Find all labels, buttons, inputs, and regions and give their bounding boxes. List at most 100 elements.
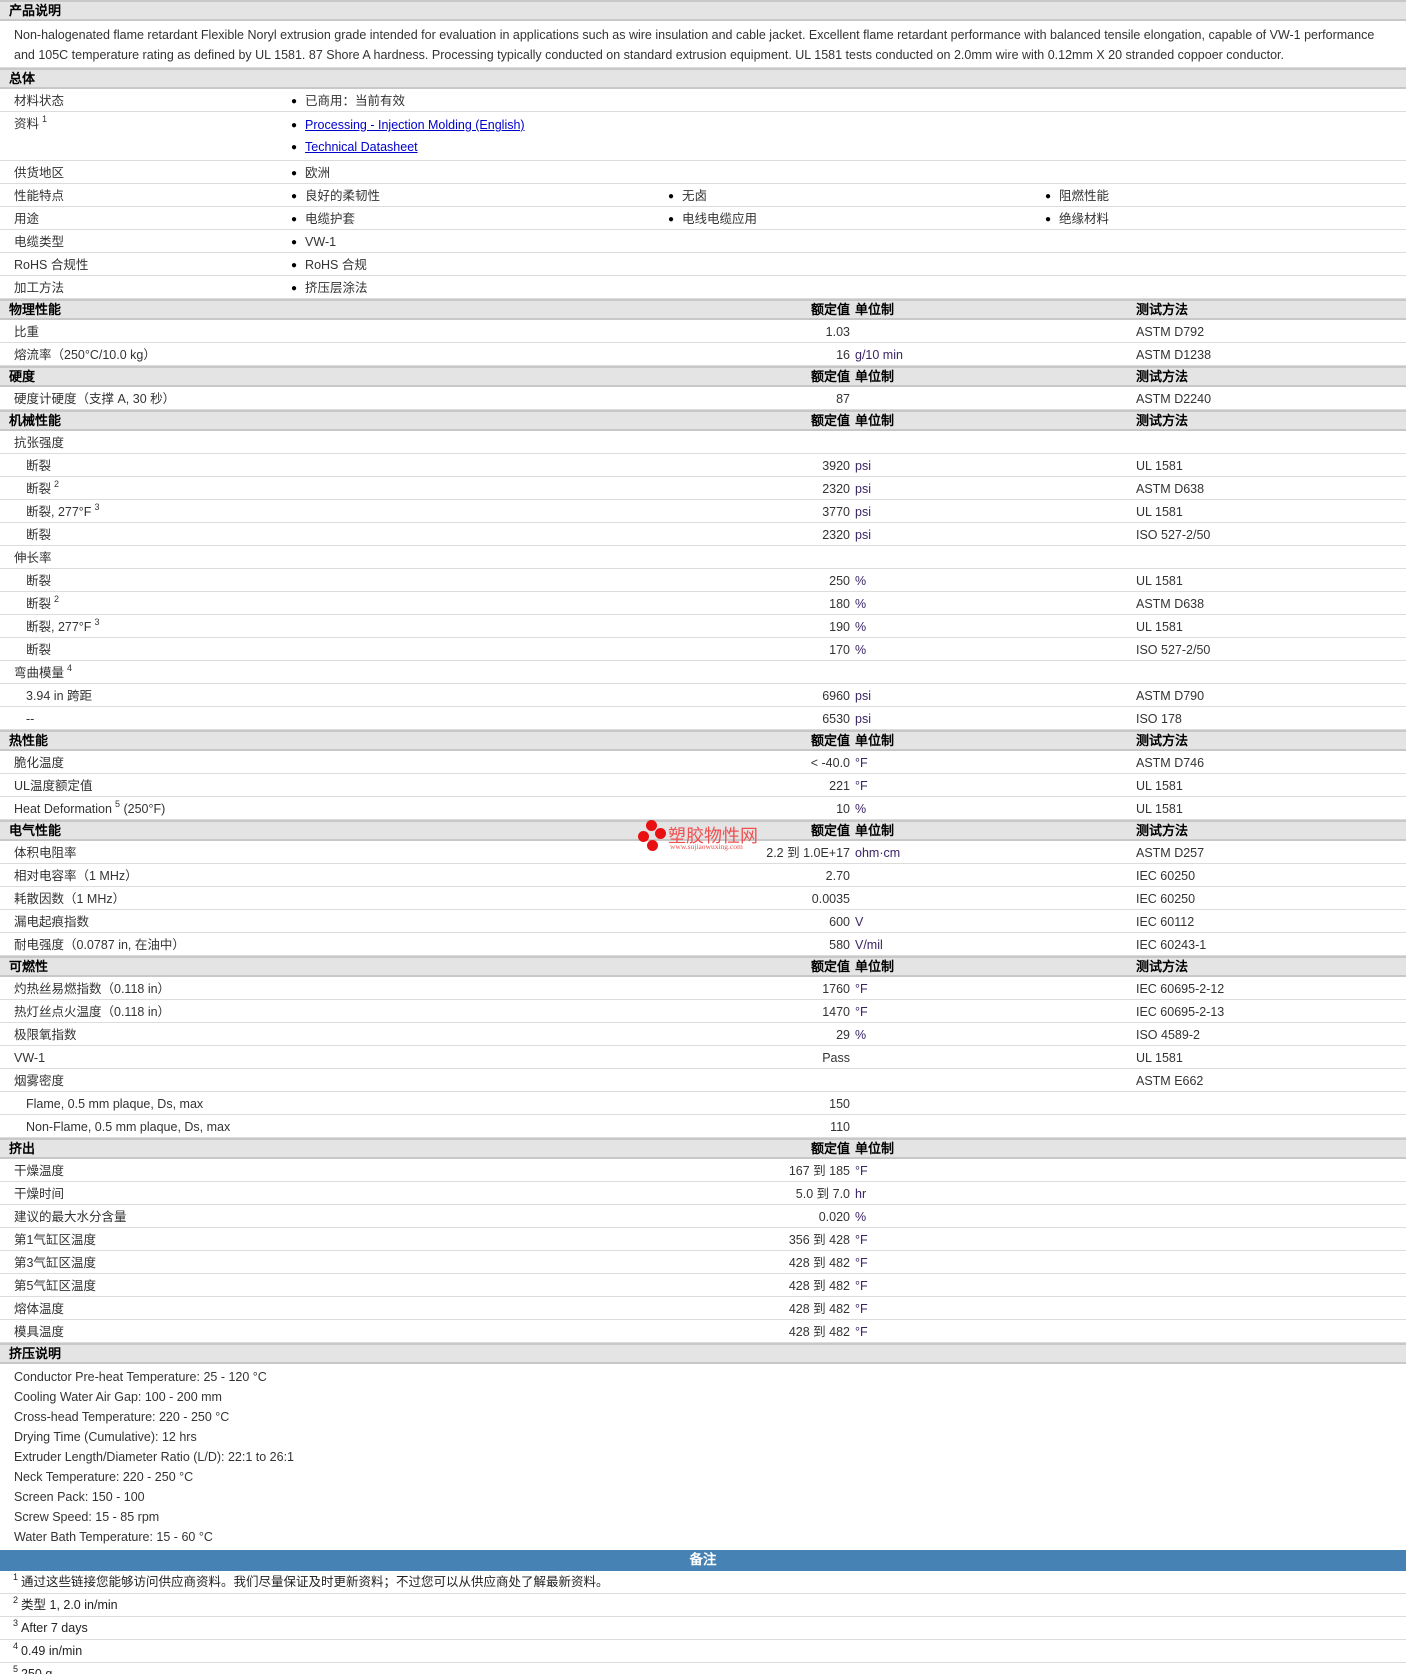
footnote-number: 5 [13, 1664, 19, 1674]
property-label: 断裂 2 [26, 593, 59, 615]
property-name: Non-Flame, 0.5 mm plaque, Ds, max [26, 1120, 231, 1134]
property-row: 相对电容率（1 MHz） 2.70 IEC 60250 [0, 864, 1406, 887]
bullet-item: 无卤 [668, 185, 707, 209]
general-row: 资料1 Processing - Injection Molding (Engli… [0, 112, 1406, 161]
column-header-method: 测试方法 [1136, 413, 1189, 428]
column-header-value: 额定值 [810, 1141, 850, 1156]
datasheet: 产品说明 Non-halogenated flame retardant Fle… [0, 0, 1406, 1674]
footnote: 4 0.49 in/min [0, 1640, 1406, 1663]
row-label: 用途 [14, 212, 40, 226]
column-header-method: 测试方法 [1136, 733, 1189, 748]
bullet-item: RoHS 合规 [291, 254, 367, 278]
test-method: ASTM D2240 [1136, 392, 1212, 406]
column-header-value: 额定值 [810, 413, 850, 428]
property-label: 断裂, 277°F 3 [26, 616, 99, 638]
property-label: 模具温度 [14, 1321, 64, 1343]
property-row: 弯曲模量 4 [0, 661, 1406, 684]
property-row: 灼热丝易燃指数（0.118 in） 1760 °F IEC 60695-2-12 [0, 977, 1406, 1000]
footnote-number: 2 [13, 1595, 19, 1605]
property-unit: % [855, 620, 867, 634]
property-unit: °F [855, 1279, 868, 1293]
test-method: ISO 178 [1136, 712, 1182, 726]
column-header-method: 测试方法 [1136, 369, 1189, 384]
property-name: 相对电容率（1 MHz） [14, 869, 138, 883]
column-header-method: 测试方法 [1136, 959, 1189, 974]
test-method: IEC 60250 [1136, 869, 1196, 883]
property-label: UL温度额定值 [14, 775, 92, 797]
property-row: 第3气缸区温度 428 到 482 °F [0, 1251, 1406, 1274]
footnote-number: 3 [13, 1618, 19, 1628]
property-row: Heat Deformation 5 (250°F) 10% UL 1581 [0, 797, 1406, 820]
section-header-description: 产品说明 [0, 0, 1406, 21]
column-header-unit: 单位制 [855, 302, 895, 317]
property-name: 3.94 in 跨距 [26, 689, 93, 703]
property-unit: °F [855, 1325, 868, 1339]
test-method: ISO 527-2/50 [1136, 528, 1211, 542]
property-value: 428 到 482 [788, 1256, 850, 1270]
section-title: 电气性能 [9, 823, 62, 838]
property-label: 弯曲模量 4 [14, 662, 72, 684]
property-row: -- 6530 psi ISO 178 [0, 707, 1406, 730]
property-label: 建议的最大水分含量 [14, 1206, 127, 1228]
extrusion-notes: Conductor Pre-heat Temperature: 25 - 120… [0, 1364, 1406, 1550]
test-method: IEC 60695-2-13 [1136, 1005, 1225, 1019]
property-unit: % [855, 574, 867, 588]
property-value: < -40.0 [810, 756, 850, 770]
row-label: 材料状态 [14, 94, 65, 108]
property-unit: hr [855, 1187, 867, 1201]
property-name: 热灯丝点火温度（0.118 in） [14, 1005, 171, 1019]
property-name: 断裂 [26, 459, 52, 473]
column-header-method: 测试方法 [1136, 302, 1189, 317]
property-name: 脆化温度 [14, 756, 65, 770]
column-header-value: 额定值 [810, 733, 850, 748]
test-method: ASTM D638 [1136, 597, 1205, 611]
footnote-text: After 7 days [21, 1621, 88, 1635]
row-label: RoHS 合规性 [14, 258, 89, 272]
row-label: 电缆类型 [14, 235, 65, 249]
section-header: 可燃性 额定值 单位制 测试方法 [0, 956, 1406, 977]
property-label: -- [26, 708, 34, 730]
property-name: VW-1 [14, 1051, 46, 1065]
document-link[interactable]: Processing - Injection Molding (English) [305, 118, 525, 132]
property-row: 第5气缸区温度 428 到 482 °F [0, 1274, 1406, 1297]
property-value: 6530 [822, 712, 850, 726]
property-label: 断裂 [26, 455, 51, 477]
document-link[interactable]: Technical Datasheet [305, 140, 418, 154]
bullet-item: 挤压层涂法 [291, 277, 368, 301]
footnote: 1 通过这些链接您能够访问供应商资料。我们尽量保证及时更新资料；不过您可以从供应商… [0, 1571, 1406, 1594]
property-value: 150 [829, 1097, 850, 1111]
column-header-value: 额定值 [810, 302, 850, 317]
property-row: UL温度额定值 221 °F UL 1581 [0, 774, 1406, 797]
footnote-ref: 5 [114, 799, 120, 809]
property-name: 灼热丝易燃指数（0.118 in） [14, 982, 171, 996]
property-row: 第1气缸区温度 356 到 428 °F [0, 1228, 1406, 1251]
property-row: VW-1 Pass UL 1581 [0, 1046, 1406, 1069]
property-unit: % [855, 1028, 867, 1042]
section-title: 热性能 [9, 733, 49, 748]
property-name: -- [26, 712, 35, 726]
property-unit: V/mil [855, 938, 883, 952]
property-value: 167 到 185 [788, 1164, 850, 1178]
general-row: 用途 电缆护套 电线电缆应用 绝缘材料 [0, 207, 1406, 230]
test-method: UL 1581 [1136, 1051, 1183, 1065]
property-value: 580 [829, 938, 850, 952]
test-method: IEC 60695-2-12 [1136, 982, 1225, 996]
notes-header: 备注 [0, 1550, 1406, 1571]
property-label: 断裂 [26, 524, 51, 546]
footnote: 3 After 7 days [0, 1617, 1406, 1640]
property-label: 比重 [14, 321, 39, 343]
property-label: 耗散因数（1 MHz） [14, 888, 125, 910]
section-header: 物理性能 额定值 单位制 测试方法 [0, 299, 1406, 320]
property-name: 烟雾密度 [14, 1074, 65, 1088]
section-header-extrusion-notes: 挤压说明 [0, 1343, 1406, 1364]
property-value: 428 到 482 [788, 1279, 850, 1293]
property-row: 干燥温度 167 到 185 °F [0, 1159, 1406, 1182]
property-row: 断裂 2 2320 psi ASTM D638 [0, 477, 1406, 500]
property-row: 断裂 170% ISO 527-2/50 [0, 638, 1406, 661]
footnote-number: 1 [13, 1572, 19, 1582]
extrusion-note-line: Cross-head Temperature: 220 - 250 °C [14, 1410, 230, 1424]
general-row: 性能特点 良好的柔韧性 无卤 阻燃性能 [0, 184, 1406, 207]
property-name: 断裂 [26, 528, 52, 542]
property-label: 断裂, 277°F 3 [26, 501, 99, 523]
property-unit: °F [855, 1164, 868, 1178]
